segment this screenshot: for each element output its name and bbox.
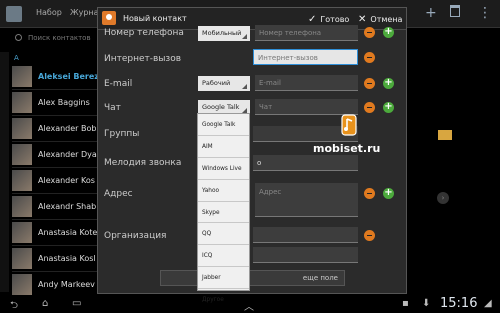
recent-apps-icon[interactable]: ▭ <box>72 298 81 309</box>
search-icon <box>15 34 22 41</box>
delete-icon[interactable] <box>450 5 460 17</box>
contact-name: Aleksei Berez <box>38 72 99 81</box>
dropdown-option[interactable]: Skype <box>198 202 249 224</box>
avatar <box>12 92 32 113</box>
add-phone-icon[interactable]: + <box>383 27 394 38</box>
add-another-field-button[interactable]: еще поле <box>160 270 345 286</box>
contacts-search-input[interactable]: Поиск контактов <box>12 32 92 46</box>
contact-name: Alexander Bob <box>38 124 97 133</box>
remove-phone-icon[interactable] <box>364 27 375 38</box>
contact-item[interactable]: Aleksei Berez <box>12 64 100 90</box>
cancel-label: Отмена <box>370 15 403 24</box>
avatar <box>12 248 32 269</box>
section-letter: A <box>14 54 19 62</box>
phone-field[interactable]: Номер телефона <box>255 25 358 41</box>
contact-name: Anastasia Kosl <box>38 254 96 263</box>
avatar <box>12 118 32 139</box>
download-icon: ⬇ <box>422 298 431 309</box>
contact-item[interactable]: Alexander Bob <box>12 116 100 142</box>
avatar <box>12 222 32 243</box>
tab-call-log[interactable]: Журна <box>70 8 99 17</box>
email-label: E-mail <box>104 79 133 89</box>
phone-type-select[interactable]: Мобильный <box>198 26 250 41</box>
dropdown-option[interactable]: Другое <box>198 289 249 311</box>
tab-dialer[interactable]: Набор <box>36 8 62 17</box>
dropdown-option[interactable]: Yahoo <box>198 180 249 202</box>
job-title-field[interactable] <box>253 247 358 263</box>
avatar <box>12 170 32 191</box>
address-field[interactable]: Адрес <box>255 183 358 217</box>
remove-internet-call-icon[interactable] <box>364 52 375 63</box>
email-field[interactable]: E-mail <box>255 75 358 91</box>
avatar <box>12 144 32 165</box>
clock: 15:16 <box>440 296 478 311</box>
dropdown-option[interactable]: QQ <box>198 223 249 246</box>
done-label: Готово <box>320 15 350 24</box>
contact-name: Alexandr Shab <box>38 202 97 211</box>
contact-item[interactable]: Anastasia Kosl <box>12 246 100 272</box>
search-placeholder: Поиск контактов <box>28 34 91 42</box>
watermark: mobiset.ru <box>313 114 381 156</box>
add-chat-icon[interactable]: + <box>383 102 394 113</box>
add-email-icon[interactable]: + <box>383 78 394 89</box>
home-icon[interactable]: ⌂ <box>42 298 48 309</box>
avatar <box>12 66 32 87</box>
organization-label: Организация <box>104 231 167 241</box>
signal-icon: ◢ <box>484 298 492 309</box>
check-icon: ✓ <box>308 14 317 25</box>
chat-label: Чат <box>104 103 121 113</box>
dialog-title: Новый контакт <box>123 14 187 23</box>
email-icon[interactable] <box>438 130 452 140</box>
dropdown-option[interactable]: ICQ <box>198 245 249 268</box>
remove-address-icon[interactable] <box>364 188 375 199</box>
dialog-header: Новый контакт ✓ Готово ✕ Отмена <box>98 8 406 30</box>
ringtone-label: Мелодия звонка <box>104 158 182 168</box>
watermark-text: mobiset.ru <box>313 142 381 155</box>
add-contact-icon[interactable]: + <box>425 5 437 21</box>
cancel-button[interactable]: ✕ Отмена <box>358 11 402 27</box>
dropdown-option[interactable]: Windows Live <box>198 158 249 180</box>
add-address-icon[interactable]: + <box>383 188 394 199</box>
close-icon: ✕ <box>358 14 367 25</box>
internet-call-field[interactable]: Интернет-вызов <box>253 49 358 65</box>
alphabet-scroller[interactable] <box>0 52 9 292</box>
contact-item[interactable]: Alexander Kos <box>12 168 100 194</box>
back-icon[interactable]: ⮌ <box>10 298 18 313</box>
contact-photo-icon[interactable] <box>102 11 116 25</box>
contact-item[interactable]: Alex Baggins <box>12 90 100 116</box>
groups-label: Группы <box>104 129 140 139</box>
contact-name: Anastasia Kote <box>38 228 98 237</box>
chat-protocol-dropdown: Google Talk AIM Windows Live Yahoo Skype… <box>197 113 250 303</box>
remove-chat-icon[interactable] <box>364 102 375 113</box>
remove-email-icon[interactable] <box>364 78 375 89</box>
contact-item[interactable]: Anastasia Kote <box>12 220 100 246</box>
avatar <box>12 196 32 217</box>
company-field[interactable] <box>253 227 358 243</box>
contact-item[interactable]: Alexander Dya <box>12 142 100 168</box>
internet-call-label: Интернет-вызов <box>104 54 182 64</box>
contact-name: Alex Baggins <box>38 98 90 107</box>
contact-name: Alexander Dya <box>38 150 97 159</box>
ringtone-select[interactable]: о <box>253 155 358 171</box>
menu-icon[interactable]: ⋮ <box>478 5 492 21</box>
add-field-label: еще поле <box>302 274 338 282</box>
chevron-right-icon[interactable]: › <box>437 192 449 204</box>
dropdown-option[interactable]: AIM <box>198 136 249 158</box>
address-label: Адрес <box>104 189 133 199</box>
contact-name: Alexander Kos <box>38 176 95 185</box>
contact-name: Andy Markeev <box>38 280 95 289</box>
email-type-select[interactable]: Рабочий <box>198 76 250 91</box>
phone-label: Номер телефона <box>104 28 184 38</box>
contacts-app-icon[interactable] <box>6 6 22 22</box>
dropdown-option[interactable]: Google Talk <box>198 114 249 136</box>
contact-item[interactable]: Alexandr Shab <box>12 194 100 220</box>
mobiset-logo <box>341 114 357 136</box>
avatar <box>12 274 32 295</box>
notification-icon: ▪ <box>402 298 409 309</box>
remove-organization-icon[interactable] <box>364 230 375 241</box>
system-bar: ⮌ ⌂ ▭ ︿ ▪ ⬇ 15:16 ◢ <box>0 295 500 313</box>
dropdown-option[interactable]: Jabber <box>198 267 249 290</box>
